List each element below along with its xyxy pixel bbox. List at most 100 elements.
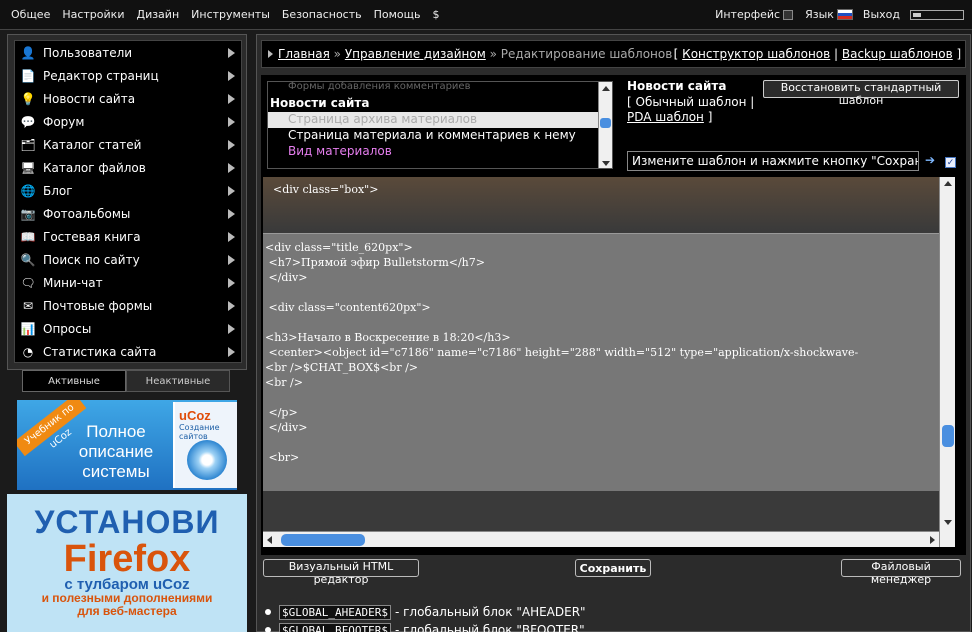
menu-help[interactable]: Помощь [374, 8, 421, 21]
articles-icon: 🗂 [20, 137, 36, 152]
variable-code[interactable]: $GLOBAL_BFOOTER$ [279, 622, 391, 632]
guestbook-icon: 📖 [20, 229, 36, 244]
menu-design[interactable]: Дизайн [136, 8, 179, 21]
file-manager-button[interactable]: Файловый менеджер [841, 559, 961, 586]
chevron-right-icon [228, 116, 235, 127]
logout-link[interactable]: Выход [863, 8, 900, 21]
sidebar-item-minichat[interactable]: 🗨 Мини-чат [15, 271, 241, 294]
sidebar-item-users[interactable]: 👤 Пользователи [15, 41, 241, 64]
scroll-right-icon[interactable] [930, 536, 935, 544]
book-title: uCoz [179, 408, 211, 423]
normal-template-option[interactable]: Обычный шаблон [636, 95, 747, 109]
sidebar-item-page-editor[interactable]: 📄 Редактор страниц [15, 64, 241, 87]
chevron-right-icon [228, 185, 235, 196]
menu-settings[interactable]: Настройки [62, 8, 124, 21]
scroll-left-icon[interactable] [267, 536, 272, 544]
sidebar-item-news[interactable]: 💡 Новости сайта [15, 87, 241, 110]
banner-text: Полное описание системы [78, 422, 154, 481]
sidebar-item-photo[interactable]: 📷 Фотоальбомы [15, 202, 241, 225]
top-menu-bar: Общее Настройки Дизайн Инструменты Безоп… [0, 0, 972, 30]
template-list-item[interactable]: Вид материалов [268, 144, 612, 160]
sidebar-item-search[interactable]: 🔍 Поиск по сайту [15, 248, 241, 271]
template-constructor-link[interactable]: Конструктор шаблонов [682, 47, 830, 61]
chevron-right-icon [228, 346, 235, 357]
menu-security[interactable]: Безопасность [282, 8, 362, 21]
ucoz-tutorial-banner[interactable]: Учебник по uCoz Полное описание системы … [17, 400, 237, 490]
menu-tools[interactable]: Инструменты [191, 8, 270, 21]
scroll-up-icon[interactable] [602, 86, 610, 91]
chevron-right-icon [228, 162, 235, 173]
sidebar-item-label: Поиск по сайту [43, 252, 140, 267]
page-editor-icon: 📄 [20, 68, 36, 83]
template-list-scrollbar[interactable] [598, 82, 612, 168]
scroll-down-icon[interactable] [944, 520, 952, 525]
template-section-title: Новости сайта [270, 96, 370, 110]
menu-general[interactable]: Общее [11, 8, 50, 21]
tab-active-modules[interactable]: Активные [22, 370, 126, 392]
chevron-right-icon [228, 254, 235, 265]
variable-code[interactable]: $GLOBAL_AHEADER$ [279, 604, 391, 620]
variable-desc: - глобальный блок "BFOOTER" [394, 623, 585, 632]
visual-html-editor-button[interactable]: Визуальный HTML редактор [263, 559, 419, 586]
menu-money[interactable]: $ [432, 8, 439, 21]
template-variables-list: $GLOBAL_AHEADER$ - глобальный блок "AHEA… [265, 603, 965, 632]
checkbox-icon[interactable]: ✓ [945, 157, 956, 168]
chevron-right-icon [228, 70, 235, 81]
template-backup-link[interactable]: Backup шаблонов [842, 47, 953, 61]
russian-flag-icon[interactable] [836, 9, 853, 20]
scroll-thumb[interactable] [281, 534, 365, 546]
sidebar-item-label: Форум [43, 114, 85, 129]
search-icon: 🔍 [20, 252, 36, 267]
template-list-item[interactable]: Формы добавления комментариев [268, 82, 612, 96]
sidebar-item-label: Новости сайта [43, 91, 136, 106]
insert-arrow-icon[interactable]: ➔ [925, 153, 941, 167]
editor-code[interactable]: <div class="title_620px"> <h7>Прямой эфи… [263, 233, 939, 491]
chevron-right-icon [228, 277, 235, 288]
code-editor[interactable]: <div class="box"> <div class="title_620p… [263, 177, 955, 547]
list-item: $GLOBAL_AHEADER$ - глобальный блок "AHEA… [265, 603, 965, 621]
firefox-banner[interactable]: УСТАНОВИ Firefox с тулбаром uCoz и полез… [7, 494, 247, 632]
top-right-controls: Интерфейс Язык Выход [711, 8, 972, 21]
sidebar-item-stats[interactable]: ◔ Статистика сайта [15, 340, 241, 363]
scroll-up-icon[interactable] [944, 181, 952, 186]
sidebar-item-label: Статистика сайта [43, 344, 157, 359]
sidebar-menu: 👤 Пользователи 📄 Редактор страниц 💡 Новости… [14, 40, 242, 363]
breadcrumb-path: Главная » Управление дизайном » Редактир… [262, 47, 672, 61]
interface-label: Интерфейс [715, 8, 781, 21]
sidebar-item-forum[interactable]: 💬 Форум [15, 110, 241, 133]
save-button[interactable]: Сохранить [575, 559, 651, 577]
sidebar-item-mailforms[interactable]: ✉ Почтовые формы [15, 294, 241, 317]
template-editor-frame: Формы добавления комментариев Новости са… [261, 75, 966, 555]
sidebar-item-guestbook[interactable]: 📖 Гостевая книга [15, 225, 241, 248]
forum-icon: 💬 [20, 114, 36, 129]
template-list-item[interactable]: Страница материала и комментариев к нему [268, 128, 612, 144]
variable-desc: - глобальный блок "AHEADER" [394, 605, 586, 619]
book-cover: uCoz Создание сайтов [173, 402, 237, 488]
banner2-line5: для веб-мастера [77, 604, 177, 618]
tab-inactive-modules[interactable]: Неактивные [126, 370, 230, 392]
zoom-slider[interactable] [910, 9, 964, 20]
editor-vertical-scrollbar[interactable] [939, 177, 955, 547]
sidebar-item-polls[interactable]: 📊 Опросы [15, 317, 241, 340]
sidebar-item-blog[interactable]: 🌐 Блог [15, 179, 241, 202]
pda-template-link[interactable]: PDA шаблон [627, 110, 704, 124]
breadcrumb-home[interactable]: Главная [278, 47, 330, 61]
template-list[interactable]: Формы добавления комментариев Новости са… [267, 81, 613, 169]
breadcrumb-current: Редактирование шаблонов [500, 47, 673, 61]
restore-default-template-button[interactable]: Восстановить стандартный шаблон [763, 80, 959, 107]
sidebar: 👤 Пользователи 📄 Редактор страниц 💡 Новости… [7, 34, 247, 370]
scroll-thumb[interactable] [600, 118, 611, 128]
book-subtitle: Создание сайтов [179, 423, 220, 441]
breadcrumb-design[interactable]: Управление дизайном [345, 47, 486, 61]
sidebar-item-articles[interactable]: 🗂 Каталог статей [15, 133, 241, 156]
interface-checkbox[interactable] [783, 9, 794, 20]
chevron-right-icon [228, 93, 235, 104]
sidebar-item-files[interactable]: 🖥 Каталог файлов [15, 156, 241, 179]
editor-horizontal-scrollbar[interactable] [263, 531, 939, 547]
scroll-thumb[interactable] [942, 425, 954, 447]
banner2-line2: Firefox [63, 538, 191, 580]
hint-text: Измените шаблон и нажмите кнопку "Сохран… [627, 151, 919, 171]
breadcrumb-right-links: [ Конструктор шаблонов | Backup шаблонов… [673, 47, 965, 61]
scroll-down-icon[interactable] [602, 161, 610, 166]
template-list-item-selected[interactable]: Страница архива материалов [268, 112, 612, 128]
